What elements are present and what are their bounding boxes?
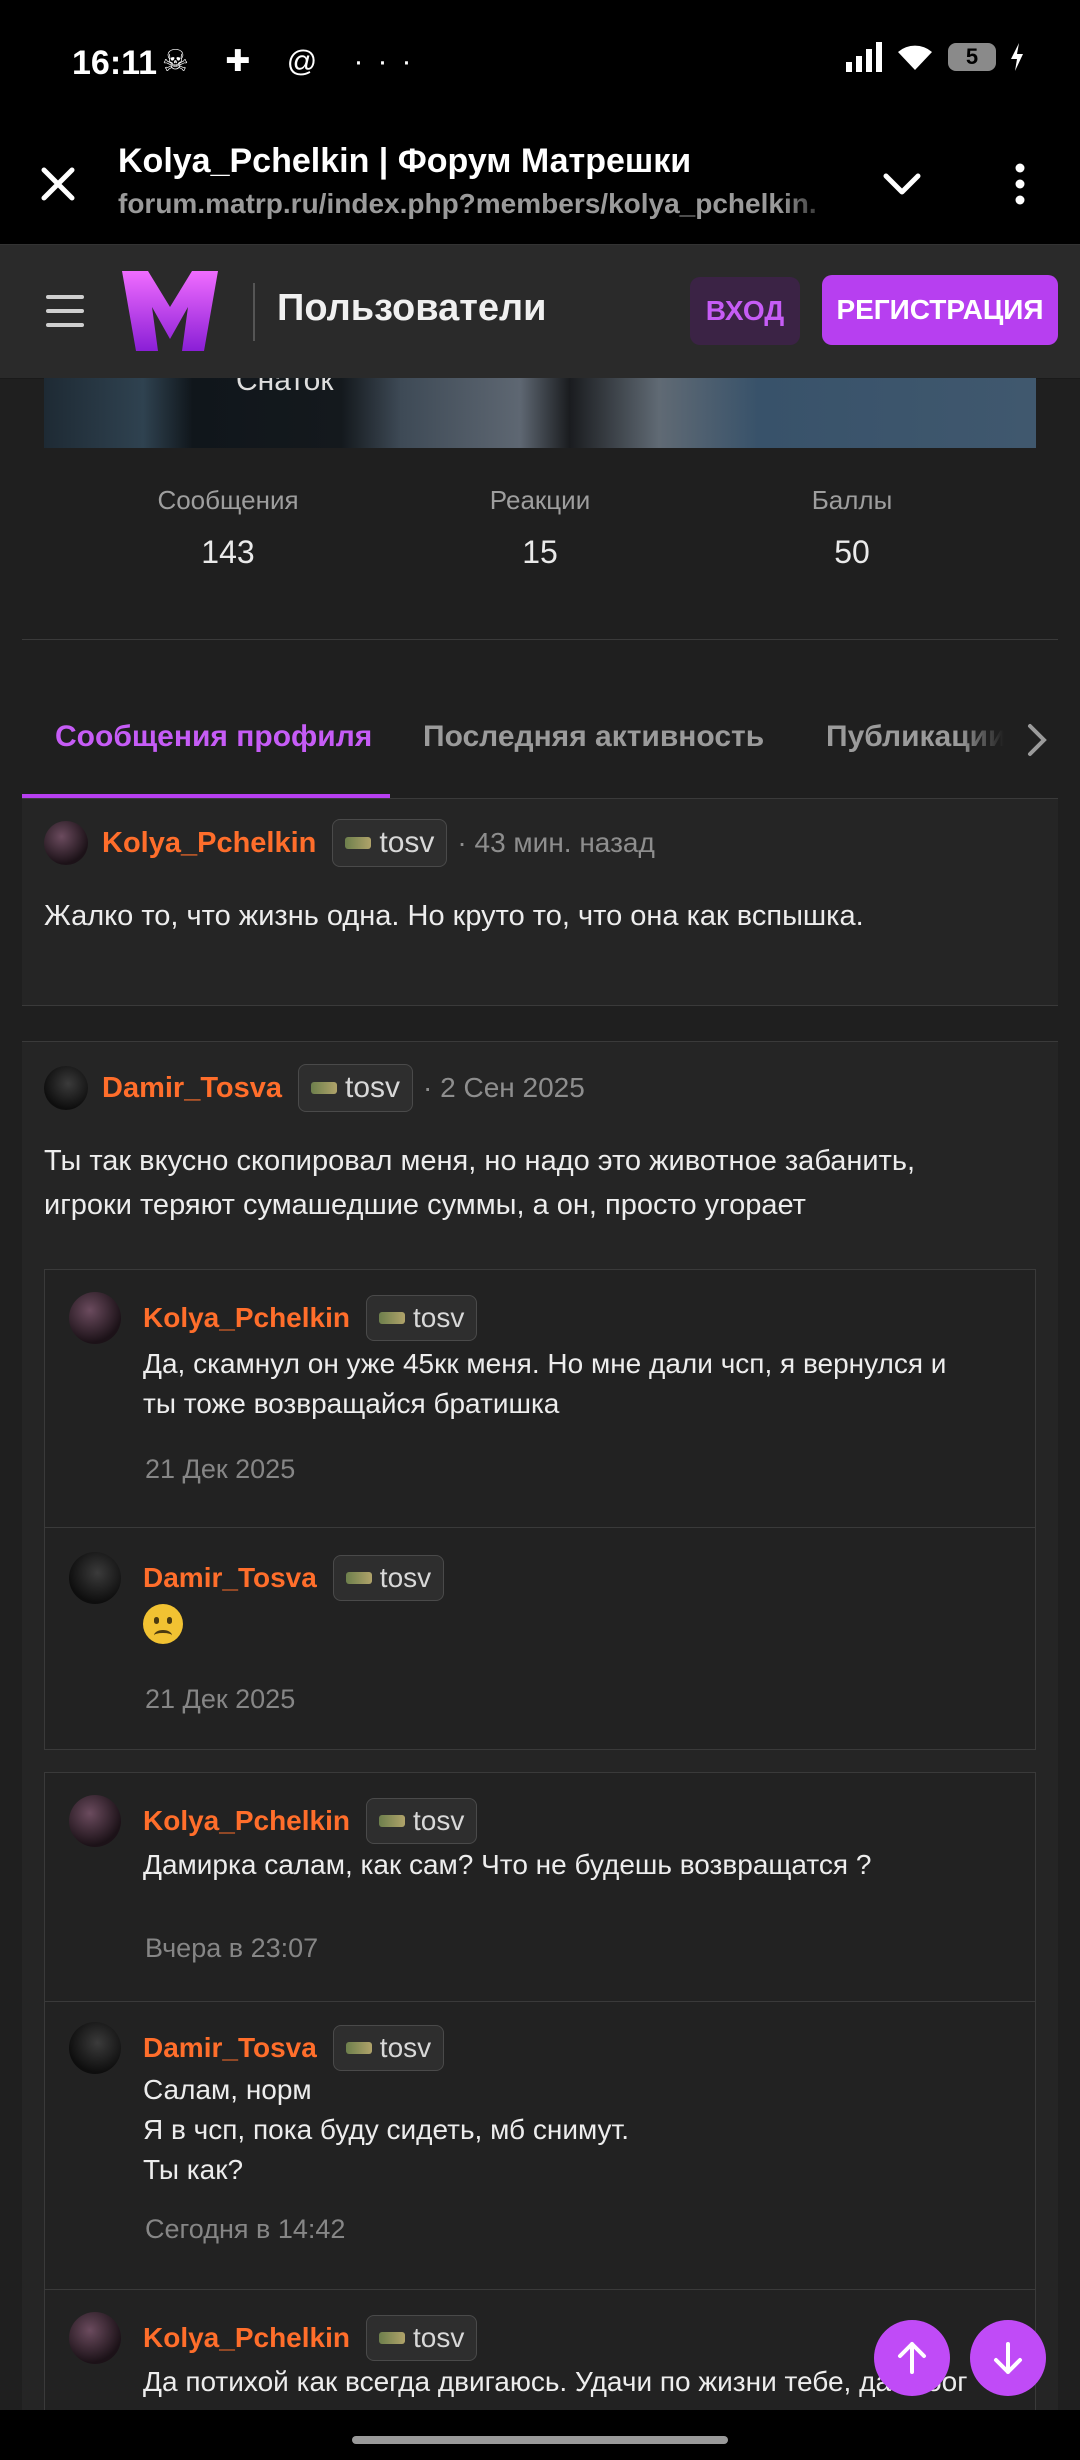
tab-publications[interactable]: Публикации [826, 720, 1004, 754]
stat-value: 50 [834, 534, 870, 570]
chevron-down-icon[interactable] [880, 162, 924, 206]
home-gesture-handle[interactable] [352, 2436, 728, 2444]
stat-label: Реакции [489, 485, 591, 515]
forum-header: Пользователи ВХОД РЕГИСТРАЦИЯ [0, 245, 1080, 379]
profile-post: Kolya_Pchelkin tosv · 43 мин. назад Жалк… [22, 799, 1058, 1006]
avatar[interactable] [69, 1795, 121, 1847]
tab-profile-posts[interactable]: Сообщения профиля [55, 720, 372, 754]
header-divider [253, 283, 255, 341]
user-badge: tosv [365, 2315, 478, 2361]
page-title: Kolya_Pchelkin | Форум Матрешки [118, 142, 692, 180]
stat-value: 143 [201, 534, 255, 570]
comment-header: Kolya_Pchelkin tosv [69, 2312, 478, 2364]
comment-header: Damir_Tosva tosv [69, 1552, 445, 1604]
profile-banner: Снаток [44, 378, 1036, 448]
divider [22, 639, 1058, 640]
car-icon [378, 2332, 405, 2344]
scroll-down-button[interactable] [970, 2320, 1046, 2396]
banner-text: Снаток [236, 378, 334, 397]
charging-icon [1011, 43, 1023, 71]
register-button[interactable]: РЕГИСТРАЦИЯ [822, 275, 1058, 345]
comment-date[interactable]: 21 Дек 2025 [145, 1454, 295, 1485]
car-icon [345, 1572, 372, 1584]
avatar[interactable] [44, 821, 88, 865]
username-link[interactable]: Kolya_Pchelkin [102, 827, 316, 860]
avatar[interactable] [69, 1552, 121, 1604]
comment: Damir_Tosva tosv 21 Дек 2025 [44, 1528, 1036, 1750]
car-icon [345, 2042, 372, 2054]
user-badge: tosv [332, 1555, 445, 1601]
comment-date[interactable]: Вчера в 23:07 [145, 1933, 318, 1964]
comment-date[interactable]: 21 Дек 2025 [145, 1684, 295, 1715]
comment-header: Kolya_Pchelkin tosv [69, 1292, 478, 1344]
comment-text: Дамирка салам, как сам? Что не будешь во… [143, 1849, 872, 1880]
username-link[interactable]: Kolya_Pchelkin [143, 2322, 350, 2354]
profile-post: Damir_Tosva tosv · 2 Сен 2025 Ты так вку… [22, 1041, 1058, 1763]
stat-label: Баллы [811, 485, 893, 515]
post-time[interactable]: · 2 Сен 2025 [423, 1072, 585, 1104]
frowning-face-emoji [143, 1604, 183, 1644]
more-options-icon[interactable] [1010, 162, 1030, 206]
user-badge: tosv [332, 2025, 445, 2071]
browser-toolbar: Kolya_Pchelkin | Форум Матрешки forum.ma… [0, 122, 1080, 245]
chevron-right-icon[interactable] [1022, 720, 1052, 760]
comment: Damir_Tosva tosv Салам, норм Я в чсп, по… [44, 2002, 1036, 2290]
stat-value: 15 [522, 534, 558, 570]
stat-messages[interactable]: Сообщения 143 [78, 485, 378, 571]
car-icon [345, 837, 372, 849]
profile-post: Kolya_Pchelkin tosv Дамирка салам, как с… [22, 1762, 1058, 2437]
login-button[interactable]: ВХОД [690, 277, 800, 345]
stat-label: Сообщения [157, 485, 299, 515]
user-badge: tosv [365, 1295, 478, 1341]
avatar[interactable] [44, 1066, 88, 1110]
user-badge: tosv [332, 819, 448, 867]
comment-header: Damir_Tosva tosv [69, 2022, 445, 2074]
car-icon [311, 1082, 337, 1094]
close-icon[interactable] [34, 160, 82, 208]
status-bar: 16:11 ☠ ✚ @ ··· 5 [0, 0, 1080, 122]
stat-reactions[interactable]: Реакции 15 [390, 485, 690, 571]
arrow-down-icon [994, 2342, 1022, 2374]
username-link[interactable]: Damir_Tosva [102, 1072, 282, 1105]
tab-latest-activity[interactable]: Последняя активность [423, 720, 764, 754]
comment-header: Kolya_Pchelkin tosv [69, 1795, 478, 1847]
section-title: Пользователи [277, 287, 547, 329]
system-nav-bar [0, 2410, 1080, 2460]
hamburger-menu-icon[interactable] [46, 295, 84, 327]
stat-points[interactable]: Баллы 50 [702, 485, 1002, 571]
avatar[interactable] [69, 2022, 121, 2074]
matrp-logo[interactable] [118, 265, 222, 357]
comment-text: Салам, норм Я в чсп, пока буду сидеть, м… [143, 2074, 630, 2185]
post-time[interactable]: · 43 мин. назад [457, 827, 654, 859]
comment: Kolya_Pchelkin tosv Да, скамнул он уже 4… [44, 1269, 1036, 1528]
comment: Kolya_Pchelkin tosv Дамирка салам, как с… [44, 1772, 1036, 2002]
url-text[interactable]: forum.matrp.ru/index.php?members/kolya_p… [118, 188, 838, 220]
avatar[interactable] [69, 1292, 121, 1344]
arrow-up-icon [898, 2342, 926, 2374]
user-badge: tosv [365, 1798, 478, 1844]
signal-icon [846, 42, 882, 72]
comment-text: Да, скамнул он уже 45кк меня. Но мне дал… [143, 1348, 947, 1419]
post-text: Жалко то, что жизнь одна. Но круто то, ч… [44, 900, 864, 932]
post-header: Kolya_Pchelkin tosv · 43 мин. назад [44, 819, 655, 867]
post-header: Damir_Tosva tosv · 2 Сен 2025 [44, 1064, 585, 1112]
avatar[interactable] [69, 2312, 121, 2364]
car-icon [378, 1815, 405, 1827]
comment-date[interactable]: Сегодня в 14:42 [145, 2214, 345, 2245]
username-link[interactable]: Damir_Tosva [143, 1562, 317, 1594]
scroll-up-button[interactable] [874, 2320, 950, 2396]
post-text: Ты так вкусно скопировал меня, но надо э… [44, 1145, 916, 1221]
username-link[interactable]: Kolya_Pchelkin [143, 1302, 350, 1334]
notification-icons: ☠ ✚ @ ··· [162, 45, 426, 78]
battery-icon: 5 [948, 43, 996, 71]
comment-text [143, 1604, 183, 1655]
wifi-icon [898, 45, 932, 70]
username-link[interactable]: Kolya_Pchelkin [143, 1805, 350, 1837]
user-badge: tosv [298, 1064, 414, 1112]
system-icons: 5 [846, 42, 1024, 72]
car-icon [378, 1312, 405, 1324]
status-time: 16:11 [72, 44, 158, 82]
username-link[interactable]: Damir_Tosva [143, 2032, 317, 2064]
